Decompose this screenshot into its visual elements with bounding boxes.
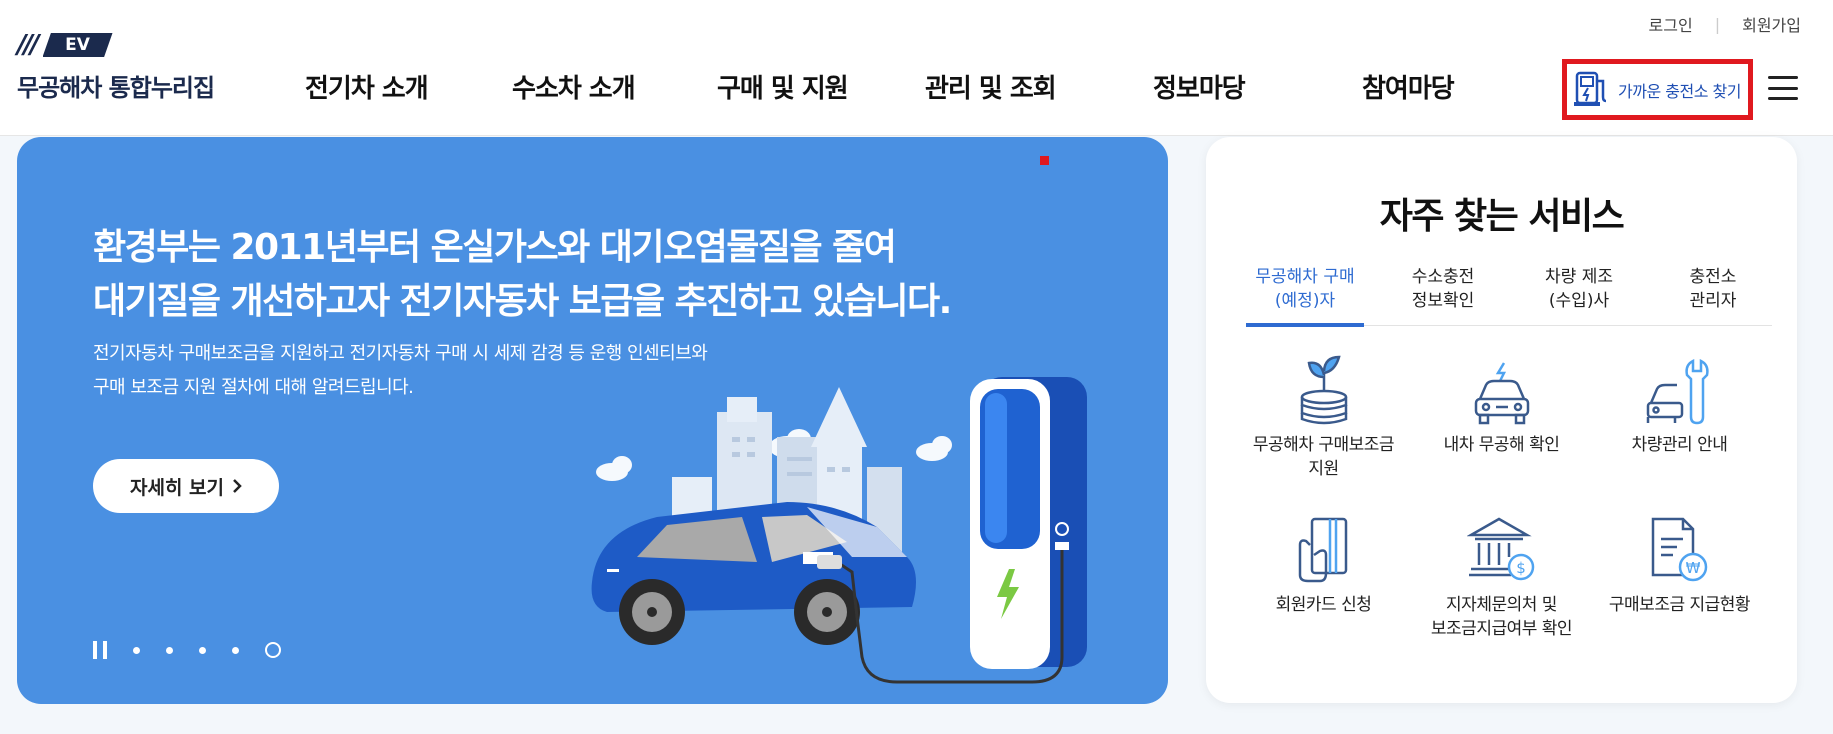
hero-headline: 환경부는 2011년부터 온실가스와 대기오염물질을 줄여 대기질을 개선하고자… (93, 221, 952, 329)
logo-ev-badge: EV (42, 33, 113, 57)
tab-label-line1: 수소충전 (1411, 267, 1475, 287)
service-subsidy-status[interactable]: ₩ 구매보조금 지급현황 (1592, 509, 1767, 617)
nav-item-ev-intro[interactable]: 전기차 소개 (305, 68, 429, 105)
tab-label-line1: 무공해차 구매 (1255, 267, 1355, 287)
nav-item-participation[interactable]: 참여마당 (1362, 68, 1455, 105)
service-subsidy[interactable]: 무공해차 구매보조금 지원 (1236, 349, 1411, 481)
subsidy-coins-plant-icon (1236, 349, 1411, 425)
utility-links: 로그인 | 회원가입 (1649, 12, 1801, 36)
slide-dot-5[interactable] (265, 642, 281, 658)
service-my-car-check[interactable]: 내차 무공해 확인 (1414, 349, 1589, 457)
signup-link[interactable]: 회원가입 (1742, 12, 1801, 36)
chevron-right-icon (233, 479, 242, 493)
ev-car-check-icon (1414, 349, 1589, 425)
member-card-icon (1236, 509, 1411, 585)
service-member-card[interactable]: 회원카드 신청 (1236, 509, 1411, 617)
ev-charging-illustration (591, 377, 1087, 684)
car-wrench-icon (1592, 349, 1767, 425)
government-building-icon: $ (1414, 509, 1589, 585)
nav-item-info[interactable]: 정보마당 (1153, 68, 1246, 105)
slide-dot-3[interactable] (199, 646, 206, 654)
slide-dot-1[interactable] (133, 646, 140, 654)
slide-dot-2[interactable] (166, 646, 173, 654)
panel-title: 자주 찾는 서비스 (1379, 196, 1625, 237)
divider: | (1714, 14, 1721, 34)
service-label: 구매보조금 지급현황 (1592, 593, 1767, 617)
tab-hydrogen-info[interactable]: 수소충전 정보확인 (1384, 265, 1502, 325)
service-label-line1: 구매보조금 지급현황 (1608, 595, 1751, 615)
service-label: 지자체문의처 및 보조금지급여부 확인 (1414, 593, 1589, 641)
tab-manufacturer[interactable]: 차량 제조 (수입)사 (1520, 265, 1638, 325)
tab-label-line2: (예정)자 (1274, 291, 1336, 311)
tab-label-line2: (수입)사 (1548, 291, 1610, 311)
service-vehicle-management[interactable]: 차량관리 안내 (1592, 349, 1767, 457)
tab-buyer[interactable]: 무공해차 구매 (예정)자 (1246, 265, 1364, 327)
hero-banner: 환경부는 2011년부터 온실가스와 대기오염물질을 줄여 대기질을 개선하고자… (17, 137, 1168, 704)
tab-label-line1: 차량 제조 (1545, 267, 1613, 287)
service-label-line1: 내차 무공해 확인 (1443, 435, 1560, 455)
hero-headline-line2: 대기질을 개선하고자 전기자동차 보급을 추진하고 있습니다. (93, 281, 952, 322)
service-label: 회원카드 신청 (1236, 593, 1411, 617)
slide-dot-4[interactable] (232, 646, 239, 654)
frequent-services-panel: 자주 찾는 서비스 무공해차 구매 (예정)자 수소충전 정보확인 차량 제조 … (1206, 137, 1797, 703)
tab-label-line2: 정보확인 (1411, 291, 1475, 311)
logo-text: 무공해차 통합누리집 (17, 74, 215, 102)
ev-charger-icon (1574, 69, 1610, 111)
tab-station-manager[interactable]: 충전소 관리자 (1654, 265, 1772, 325)
logo-stripes-icon: /// (17, 30, 39, 60)
service-label: 무공해차 구매보조금 지원 (1236, 433, 1411, 481)
hamburger-menu-icon[interactable] (1768, 76, 1798, 100)
site-logo[interactable]: /// EV 무공해차 통합누리집 (17, 32, 215, 103)
pause-icon[interactable] (93, 641, 107, 659)
svg-text:₩: ₩ (1685, 559, 1700, 577)
nav-item-manage-search[interactable]: 관리 및 조회 (925, 68, 1057, 105)
service-label-line2: 보조금지급여부 확인 (1430, 619, 1573, 639)
nav-item-purchase-support[interactable]: 구매 및 지원 (717, 68, 849, 105)
service-tabs: 무공해차 구매 (예정)자 수소충전 정보확인 차량 제조 (수입)사 충전소 … (1246, 265, 1772, 327)
document-won-icon: ₩ (1592, 509, 1767, 585)
hero-more-button[interactable]: 자세히 보기 (93, 459, 279, 513)
service-label-line2: 지원 (1308, 459, 1339, 479)
tab-label-line1: 충전소 (1689, 267, 1737, 287)
hero-headline-line1: 환경부는 2011년부터 온실가스와 대기오염물질을 줄여 (93, 227, 897, 268)
service-label-line1: 무공해차 구매보조금 (1252, 435, 1395, 455)
site-header: 로그인 | 회원가입 /// EV 무공해차 통합누리집 전기차 소개 수소차 … (0, 0, 1833, 136)
nav-item-fcev-intro[interactable]: 수소차 소개 (512, 68, 636, 105)
find-charger-label: 가까운 충전소 찾기 (1618, 81, 1741, 101)
service-label-line1: 차량관리 안내 (1631, 435, 1728, 455)
service-local-gov-inquiry[interactable]: $ 지자체문의처 및 보조금지급여부 확인 (1414, 509, 1589, 641)
service-label: 차량관리 안내 (1592, 433, 1767, 457)
find-charger-button[interactable]: 가까운 충전소 찾기 (1562, 59, 1753, 120)
service-label-line1: 지자체문의처 및 (1446, 595, 1557, 615)
login-link[interactable]: 로그인 (1649, 12, 1693, 36)
service-label: 내차 무공해 확인 (1414, 433, 1589, 457)
hero-more-label: 자세히 보기 (129, 476, 224, 499)
slider-controls (93, 641, 281, 659)
tab-label-line2: 관리자 (1689, 291, 1737, 311)
svg-text:$: $ (1516, 559, 1526, 577)
logo-mark: /// EV (17, 32, 214, 58)
service-label-line1: 회원카드 신청 (1275, 595, 1372, 615)
red-marker (1040, 156, 1049, 165)
